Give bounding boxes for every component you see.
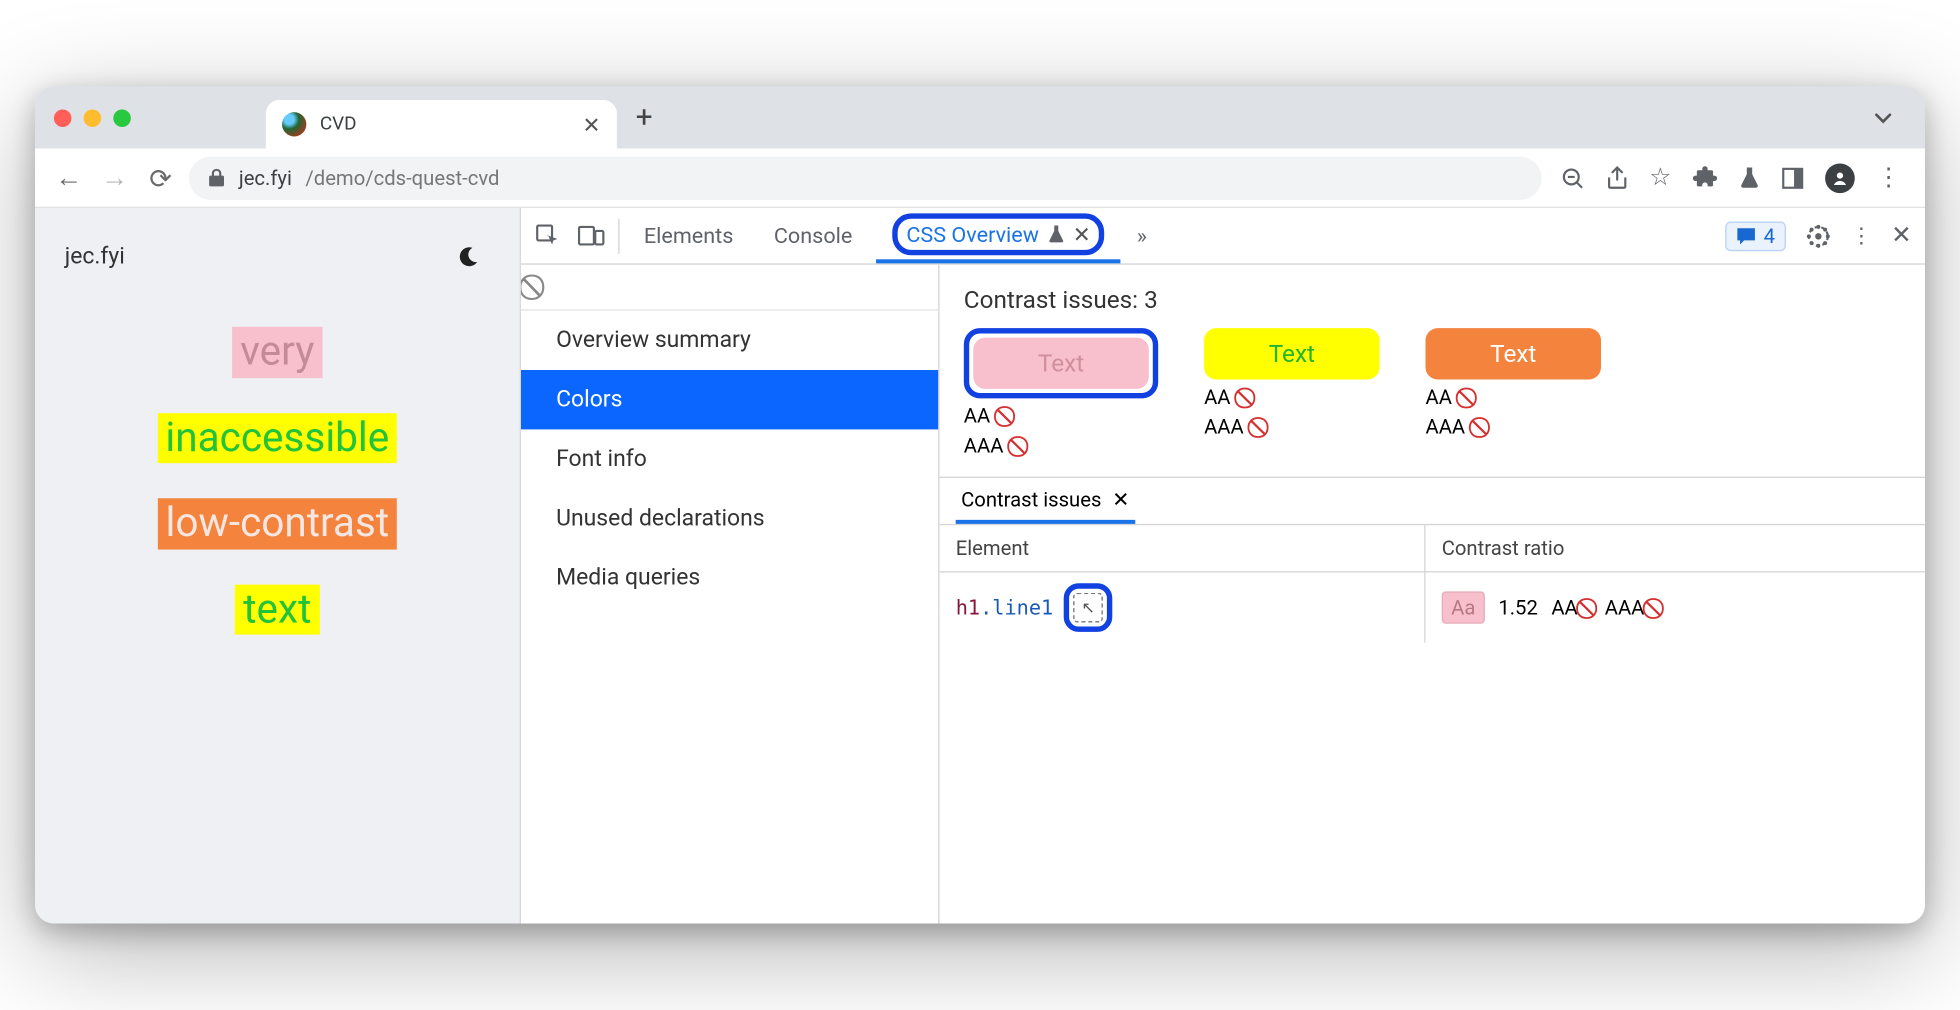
back-button[interactable]: ← <box>51 161 86 195</box>
sidebar-item-colors[interactable]: Colors <box>521 370 938 429</box>
demo-word-3: low-contrast <box>157 498 397 549</box>
ratio-value: 1.52 <box>1498 595 1537 619</box>
device-toolbar-icon[interactable] <box>578 224 605 248</box>
element-class: .line1 <box>980 595 1053 619</box>
page-pane: jec.fyi very inaccessible low-contrast t… <box>35 208 521 924</box>
window-controls <box>54 109 131 127</box>
toolbar: ← → ⟳ jec.fyi/demo/cds-quest-cvd ☆ ⋮ <box>35 149 1925 208</box>
sidebar-item-font[interactable]: Font info <box>521 429 938 488</box>
labs-icon[interactable] <box>1739 165 1761 189</box>
sample-chip: Aa <box>1442 591 1485 623</box>
browser-window: CVD ✕ + ← → ⟳ jec.fyi/demo/cds-quest-cvd… <box>35 87 1925 924</box>
tab-css-overview[interactable]: CSS Overview ✕ <box>877 208 1121 263</box>
col-ratio: Contrast ratio <box>1426 525 1926 571</box>
devtools-tabbar: Elements Console CSS Overview ✕ » 4 <box>521 208 1925 265</box>
messages-count: 4 <box>1764 224 1775 248</box>
tab-title: CVD <box>320 114 357 136</box>
titlebar: CVD ✕ + <box>35 87 1925 149</box>
table-header: Element Contrast ratio <box>940 525 1926 572</box>
favicon-icon <box>282 112 306 136</box>
demo-word-2: inaccessible <box>157 413 397 464</box>
close-subtab-icon[interactable]: ✕ <box>1112 487 1129 511</box>
url-host: jec.fyi <box>239 165 292 189</box>
chrome-menu-icon[interactable]: ⋮ <box>1876 163 1900 191</box>
sidebar-item-unused[interactable]: Unused declarations <box>521 489 938 548</box>
message-icon <box>1737 226 1757 245</box>
flask-icon <box>1047 224 1065 244</box>
close-devtools-button[interactable]: ✕ <box>1891 222 1911 250</box>
subtab-contrast-issues[interactable]: Contrast issues ✕ <box>956 478 1135 524</box>
minimize-window-button[interactable] <box>84 109 102 127</box>
tab-console[interactable]: Console <box>758 208 869 263</box>
forward-button[interactable]: → <box>97 161 132 195</box>
contrast-swatch-1[interactable]: Text AA⃠ AAA⃠ <box>964 328 1158 458</box>
extensions-icon[interactable] <box>1693 165 1717 189</box>
element-tag: h1 <box>956 595 980 619</box>
tab-overflow-button[interactable] <box>1860 108 1906 127</box>
site-label: jec.fyi <box>65 243 125 270</box>
devtools-pane: Elements Console CSS Overview ✕ » 4 <box>521 208 1925 924</box>
demo-word-4: text <box>235 584 319 635</box>
sidebar-item-summary[interactable]: Overview summary <box>521 311 938 370</box>
overview-sidebar: ⃠ Overview summary Colors Font info Unus… <box>521 265 940 924</box>
swatch-orange: Text <box>1426 328 1602 379</box>
address-bar[interactable]: jec.fyi/demo/cds-quest-cvd <box>189 156 1542 199</box>
contrast-heading: Contrast issues: 3 <box>940 265 1926 328</box>
more-tabs-button[interactable]: » <box>1129 223 1155 249</box>
reading-list-icon[interactable] <box>1782 167 1804 189</box>
reload-button[interactable]: ⟳ <box>143 161 178 193</box>
contrast-swatch-2[interactable]: Text AA⃠ AAA⃠ <box>1204 328 1380 458</box>
demo-word-1: very <box>232 327 322 378</box>
col-element: Element <box>940 525 1426 571</box>
overview-detail: Contrast issues: 3 Text AA⃠ AAA⃠ Text AA… <box>940 265 1926 924</box>
contrast-swatch-3[interactable]: Text AA⃠ AAA⃠ <box>1426 328 1602 458</box>
demo-words: very inaccessible low-contrast text <box>65 327 490 635</box>
sidebar-item-media[interactable]: Media queries <box>521 548 938 607</box>
tab-elements[interactable]: Elements <box>628 208 750 263</box>
close-tab-x-icon[interactable]: ✕ <box>1073 221 1091 247</box>
browser-tab[interactable]: CVD ✕ <box>266 100 617 149</box>
swatch-pink: Text <box>973 338 1149 389</box>
new-tab-button[interactable]: + <box>636 101 653 135</box>
bookmark-icon[interactable]: ☆ <box>1649 163 1671 191</box>
zoom-icon[interactable] <box>1560 165 1584 189</box>
devtools-menu-icon[interactable]: ⋮ <box>1851 223 1873 249</box>
share-icon[interactable] <box>1606 165 1628 189</box>
profile-icon[interactable] <box>1825 163 1855 193</box>
inspect-element-icon[interactable] <box>535 222 562 249</box>
lock-icon <box>208 168 226 188</box>
url-path: /demo/cds-quest-cvd <box>305 165 499 189</box>
toolbar-actions: ☆ ⋮ <box>1552 163 1909 193</box>
scroll-into-view-icon[interactable]: ↖ <box>1073 593 1103 623</box>
messages-badge[interactable]: 4 <box>1726 221 1786 251</box>
settings-icon[interactable] <box>1805 222 1832 249</box>
maximize-window-button[interactable] <box>113 109 131 127</box>
swatch-yellow: Text <box>1204 328 1380 379</box>
close-tab-button[interactable]: ✕ <box>583 111 601 137</box>
close-window-button[interactable] <box>54 109 72 127</box>
theme-toggle-button[interactable] <box>447 235 490 278</box>
table-row[interactable]: h1.line1 ↖ Aa 1.52 AA⃠ AAA⃠ <box>940 573 1926 643</box>
